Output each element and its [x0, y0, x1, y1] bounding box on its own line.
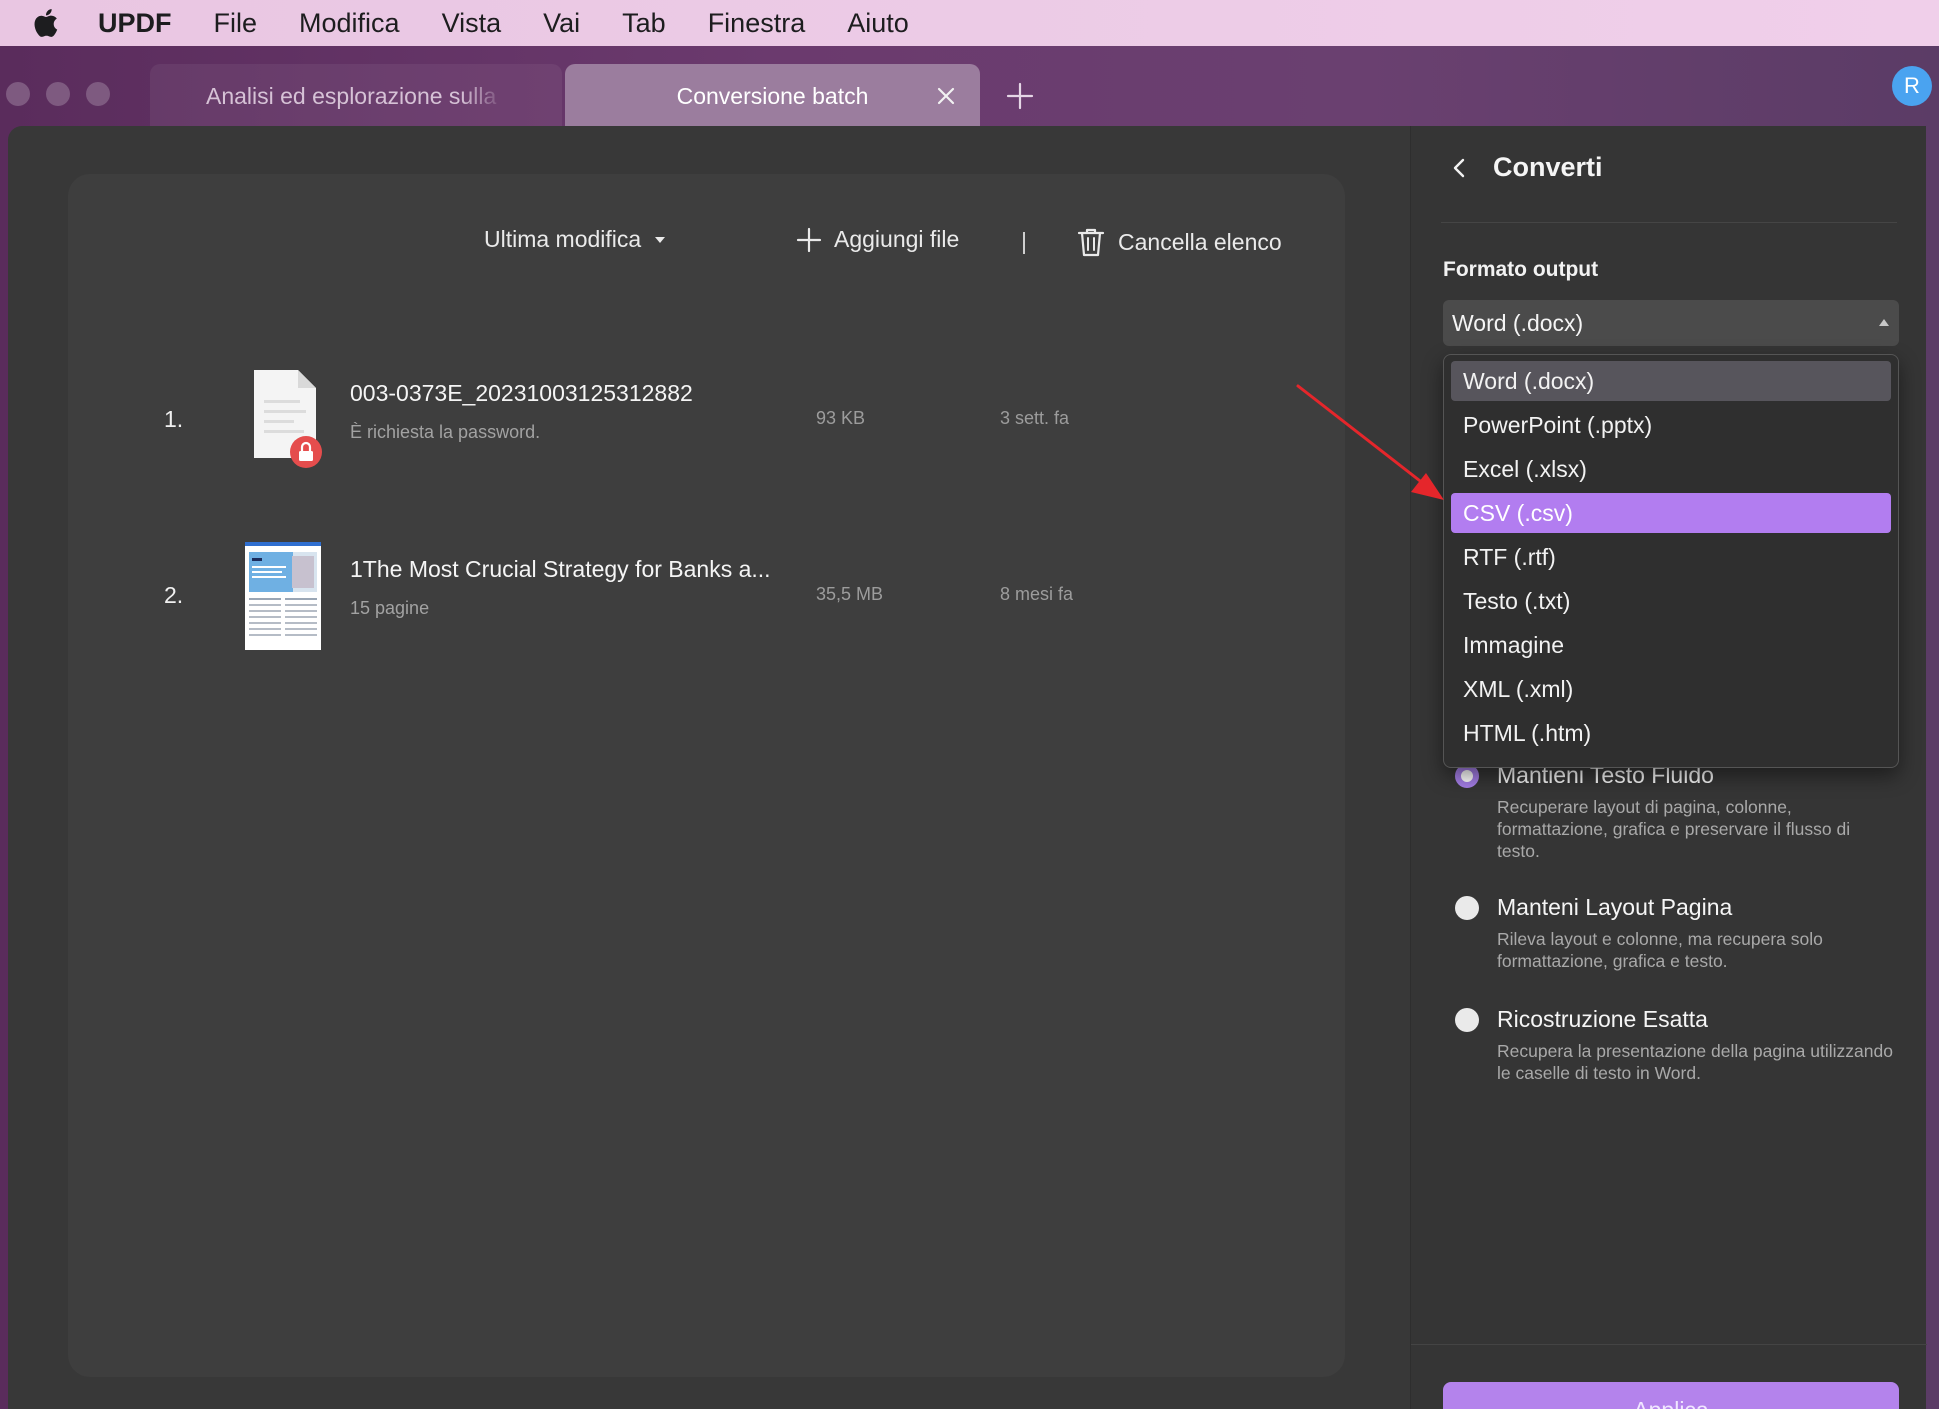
panel-title: Converti [1493, 152, 1603, 182]
file-list-panel: Ultima modifica Aggiungi file Cancella e… [68, 174, 1345, 1377]
add-file-label: Aggiungi file [834, 226, 960, 252]
menu-vai[interactable]: Vai [543, 8, 580, 39]
file-pages: 15 pagine [350, 598, 430, 618]
apple-icon[interactable] [0, 7, 90, 39]
document-thumbnail [245, 542, 321, 650]
caret-down-icon [655, 236, 666, 243]
sort-dropdown[interactable]: Ultima modifica [484, 226, 667, 253]
option-title: Manteni Layout Pagina [1497, 894, 1733, 920]
menu-tab[interactable]: Tab [622, 8, 666, 39]
close-window-button[interactable] [6, 82, 30, 106]
option-description: Rileva layout e colonne, ma recupera sol… [1497, 929, 1823, 971]
close-icon[interactable] [932, 82, 960, 110]
apply-button[interactable]: Applica [1443, 1382, 1899, 1409]
zoom-window-button[interactable] [86, 82, 110, 106]
add-file-button[interactable]: Aggiungi file [796, 226, 959, 253]
format-option-image[interactable]: Immagine [1451, 625, 1891, 665]
locked-document-icon [254, 370, 322, 468]
avatar[interactable]: R [1892, 66, 1932, 106]
file-name: 003-0373E_20231003125312882 [350, 380, 693, 406]
clear-list-label: Cancella elenco [1118, 228, 1282, 255]
format-option-xml[interactable]: XML (.xml) [1451, 669, 1891, 709]
file-name: 1The Most Crucial Strategy for Banks a..… [350, 556, 771, 582]
menu-file[interactable]: File [214, 8, 258, 39]
tab-label: Analisi ed esplorazione sulla [206, 82, 497, 109]
trash-icon [1077, 228, 1105, 257]
minimize-window-button[interactable] [46, 82, 70, 106]
sort-label: Ultima modifica [484, 226, 642, 252]
plus-icon [796, 227, 822, 252]
convert-panel: Converti Formato output Word (.docx) Man… [1410, 126, 1927, 1409]
menu-modifica[interactable]: Modifica [299, 8, 400, 39]
toolbar-divider [1023, 232, 1025, 254]
divider [1441, 222, 1897, 223]
main-content: Ultima modifica Aggiungi file Cancella e… [8, 126, 1927, 1409]
file-row[interactable]: 1. 003-0373E_20231003125312882 È richies… [68, 366, 1345, 476]
clear-list-button[interactable]: Cancella elenco [1076, 226, 1282, 258]
menu-finestra[interactable]: Finestra [708, 8, 806, 39]
output-format-label: Formato output [1443, 258, 1599, 281]
format-option-rtf[interactable]: RTF (.rtf) [1451, 537, 1891, 577]
tab-analisi[interactable]: Analisi ed esplorazione sulla [150, 64, 562, 128]
file-row[interactable]: 2. 1The Most Crucial Strategy for Banks … [68, 542, 1345, 652]
file-status: È richiesta la password. [350, 422, 541, 442]
format-option-csv[interactable]: CSV (.csv) [1451, 493, 1891, 533]
output-format-select[interactable]: Word (.docx) [1443, 300, 1899, 346]
format-option-powerpoint[interactable]: PowerPoint (.pptx) [1451, 405, 1891, 445]
tab-label: Conversione batch [676, 82, 869, 109]
radio-button[interactable] [1455, 896, 1479, 920]
file-size: 35,5 MB [816, 584, 884, 604]
option-description: Recuperare layout di pagina, colonne, fo… [1497, 797, 1851, 861]
caret-up-icon [1879, 319, 1889, 326]
back-chevron-icon[interactable] [1451, 156, 1467, 180]
format-dropdown-menu: Word (.docx) PowerPoint (.pptx) Excel (.… [1443, 354, 1899, 768]
file-toolbar: Ultima modifica Aggiungi file Cancella e… [68, 226, 1345, 266]
file-date: 8 mesi fa [1000, 584, 1074, 604]
format-option-html[interactable]: HTML (.htm) [1451, 713, 1891, 753]
selected-format: Word (.docx) [1452, 309, 1584, 336]
panel-header: Converti [1451, 152, 1603, 183]
file-date: 3 sett. fa [1000, 408, 1070, 428]
option-title: Ricostruzione Esatta [1497, 1006, 1708, 1032]
radio-button[interactable] [1455, 1008, 1479, 1032]
format-option-txt[interactable]: Testo (.txt) [1451, 581, 1891, 621]
app-window: Analisi ed esplorazione sulla Conversion… [0, 46, 1939, 1409]
app-name[interactable]: UPDF [98, 8, 172, 39]
format-option-word[interactable]: Word (.docx) [1451, 361, 1891, 401]
option-description: Recupera la presentazione della pagina u… [1497, 1041, 1893, 1083]
file-index: 2. [164, 582, 184, 608]
tab-conversione-batch[interactable]: Conversione batch [565, 64, 980, 128]
menu-bar: UPDF File Modifica Vista Vai Tab Finestr… [0, 0, 1939, 46]
file-index: 1. [164, 406, 184, 432]
menu-vista[interactable]: Vista [442, 8, 502, 39]
menu-aiuto[interactable]: Aiuto [847, 8, 909, 39]
divider [1411, 1344, 1927, 1345]
format-option-excel[interactable]: Excel (.xlsx) [1451, 449, 1891, 489]
add-tab-icon[interactable] [1004, 80, 1036, 112]
file-size: 93 KB [816, 408, 866, 428]
